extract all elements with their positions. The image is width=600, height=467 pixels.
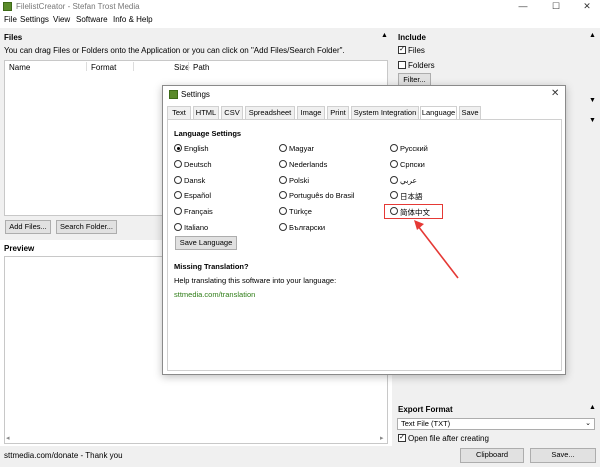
language-label-italiano: Italiano	[184, 223, 209, 232]
menu-settings[interactable]: Settings	[20, 15, 49, 24]
language-label-serbian: Српски	[400, 160, 425, 169]
export-format-select[interactable]: Text File (TXT) ⌄	[397, 418, 595, 430]
column-format[interactable]: Format	[91, 63, 116, 72]
expand-section-icon[interactable]: ▼	[589, 97, 596, 104]
language-label-espanol: Español	[184, 191, 212, 200]
language-label-turkce: Türkçe	[289, 207, 312, 216]
column-divider[interactable]	[86, 62, 87, 71]
column-divider[interactable]	[133, 62, 134, 71]
dialog-title-bar: Settings ✕	[163, 86, 565, 102]
save-language-button[interactable]: Save Language	[175, 236, 237, 250]
scroll-right-icon[interactable]: ▸	[380, 434, 384, 442]
language-radio-italiano[interactable]	[174, 223, 182, 231]
column-name[interactable]: Name	[9, 63, 30, 72]
dialog-title: Settings	[181, 90, 210, 99]
language-radio-nederlands[interactable]	[279, 160, 287, 168]
app-icon	[3, 2, 12, 11]
menu-view[interactable]: View	[53, 15, 70, 24]
language-label-bulgarian: Български	[289, 223, 326, 232]
collapse-files-icon[interactable]: ▲	[381, 32, 388, 39]
language-radio-espanol[interactable]	[174, 191, 182, 199]
menu-bar: File Settings View Software Info & Help	[0, 13, 600, 26]
clipboard-button[interactable]: Clipboard	[460, 448, 524, 463]
tab-csv[interactable]: CSV	[221, 106, 243, 120]
translation-link[interactable]: sttmedia.com/translation	[174, 290, 255, 299]
language-settings-heading: Language Settings	[174, 129, 242, 138]
language-label-dansk: Dansk	[184, 176, 206, 185]
export-format-value: Text File (TXT)	[401, 419, 451, 428]
close-button[interactable]: ✕	[576, 0, 598, 13]
expand-section-icon[interactable]: ▼	[589, 117, 596, 124]
missing-translation-text: Help translating this software into your…	[174, 276, 337, 285]
tab-html[interactable]: HTML	[193, 106, 219, 120]
add-files-button[interactable]: Add Files...	[5, 220, 51, 234]
language-radio-dansk[interactable]	[174, 176, 182, 184]
dialog-close-icon[interactable]: ✕	[551, 88, 559, 99]
tab-print[interactable]: Print	[327, 106, 349, 120]
maximize-button[interactable]: ☐	[545, 0, 567, 13]
language-label-francais: Français	[184, 207, 213, 216]
window-title: FilelistCreator - Stefan Trost Media	[16, 2, 140, 11]
app-icon	[169, 90, 178, 99]
language-label-polski: Polski	[289, 176, 310, 185]
include-title: Include	[398, 33, 427, 42]
language-radio-russian[interactable]	[390, 144, 398, 152]
save-button[interactable]: Save...	[530, 448, 596, 463]
tab-image[interactable]: Image	[297, 106, 325, 120]
collapse-include-icon[interactable]: ▲	[589, 32, 596, 39]
language-radio-francais[interactable]	[174, 207, 182, 215]
language-radio-deutsch[interactable]	[174, 160, 182, 168]
language-radio-japanese[interactable]	[390, 191, 398, 199]
language-radio-bulgarian[interactable]	[279, 223, 287, 231]
status-text[interactable]: sttmedia.com/donate - Thank you	[4, 451, 123, 460]
export-format-title: Export Format	[398, 405, 453, 414]
scroll-left-icon[interactable]: ◂	[6, 434, 10, 442]
language-label-magyar: Magyar	[289, 144, 315, 153]
collapse-export-icon[interactable]: ▲	[589, 404, 596, 411]
missing-translation-heading: Missing Translation?	[174, 262, 249, 271]
files-title: Files	[4, 33, 23, 42]
include-folders-checkbox[interactable]	[398, 61, 406, 69]
language-label-arabic: عربي	[400, 176, 417, 185]
language-radio-english[interactable]	[174, 144, 182, 152]
search-folder-button[interactable]: Search Folder...	[56, 220, 117, 234]
language-radio-magyar[interactable]	[279, 144, 287, 152]
column-divider[interactable]	[188, 62, 189, 71]
preview-title: Preview	[4, 244, 35, 253]
tab-text[interactable]: Text	[167, 106, 191, 120]
open-after-label: Open file after creating	[408, 434, 489, 443]
annotation-highlight-box	[384, 204, 443, 219]
language-label-nederlands: Nederlands	[289, 160, 328, 169]
language-radio-turkce[interactable]	[279, 207, 287, 215]
language-radio-portugues[interactable]	[279, 191, 287, 199]
tab-spreadsheet[interactable]: Spreadsheet	[245, 106, 295, 120]
include-folders-label: Folders	[408, 61, 435, 70]
include-files-label: Files	[408, 46, 425, 55]
language-label-russian: Русский	[400, 144, 428, 153]
language-label-deutsch: Deutsch	[184, 160, 212, 169]
column-path[interactable]: Path	[193, 63, 209, 72]
files-hint: You can drag Files or Folders onto the A…	[4, 46, 345, 55]
language-label-english: English	[184, 144, 209, 153]
language-label-japanese: 日本語	[400, 192, 423, 201]
language-radio-serbian[interactable]	[390, 160, 398, 168]
language-radio-arabic[interactable]	[390, 176, 398, 184]
include-files-checkbox[interactable]: ✓	[398, 46, 406, 54]
menu-file[interactable]: File	[4, 15, 17, 24]
title-bar: FilelistCreator - Stefan Trost Media — ☐…	[0, 0, 600, 13]
tab-save[interactable]: Save	[459, 106, 481, 120]
language-radio-polski[interactable]	[279, 176, 287, 184]
open-after-checkbox[interactable]: ✓	[398, 434, 406, 442]
tab-system-integration[interactable]: System Integration	[351, 106, 419, 120]
menu-software[interactable]: Software	[76, 15, 108, 24]
menu-info-help[interactable]: Info & Help	[113, 15, 153, 24]
language-label-portugues: Português do Brasil	[289, 191, 355, 200]
minimize-button[interactable]: —	[512, 0, 534, 13]
chevron-down-icon: ⌄	[585, 420, 591, 427]
